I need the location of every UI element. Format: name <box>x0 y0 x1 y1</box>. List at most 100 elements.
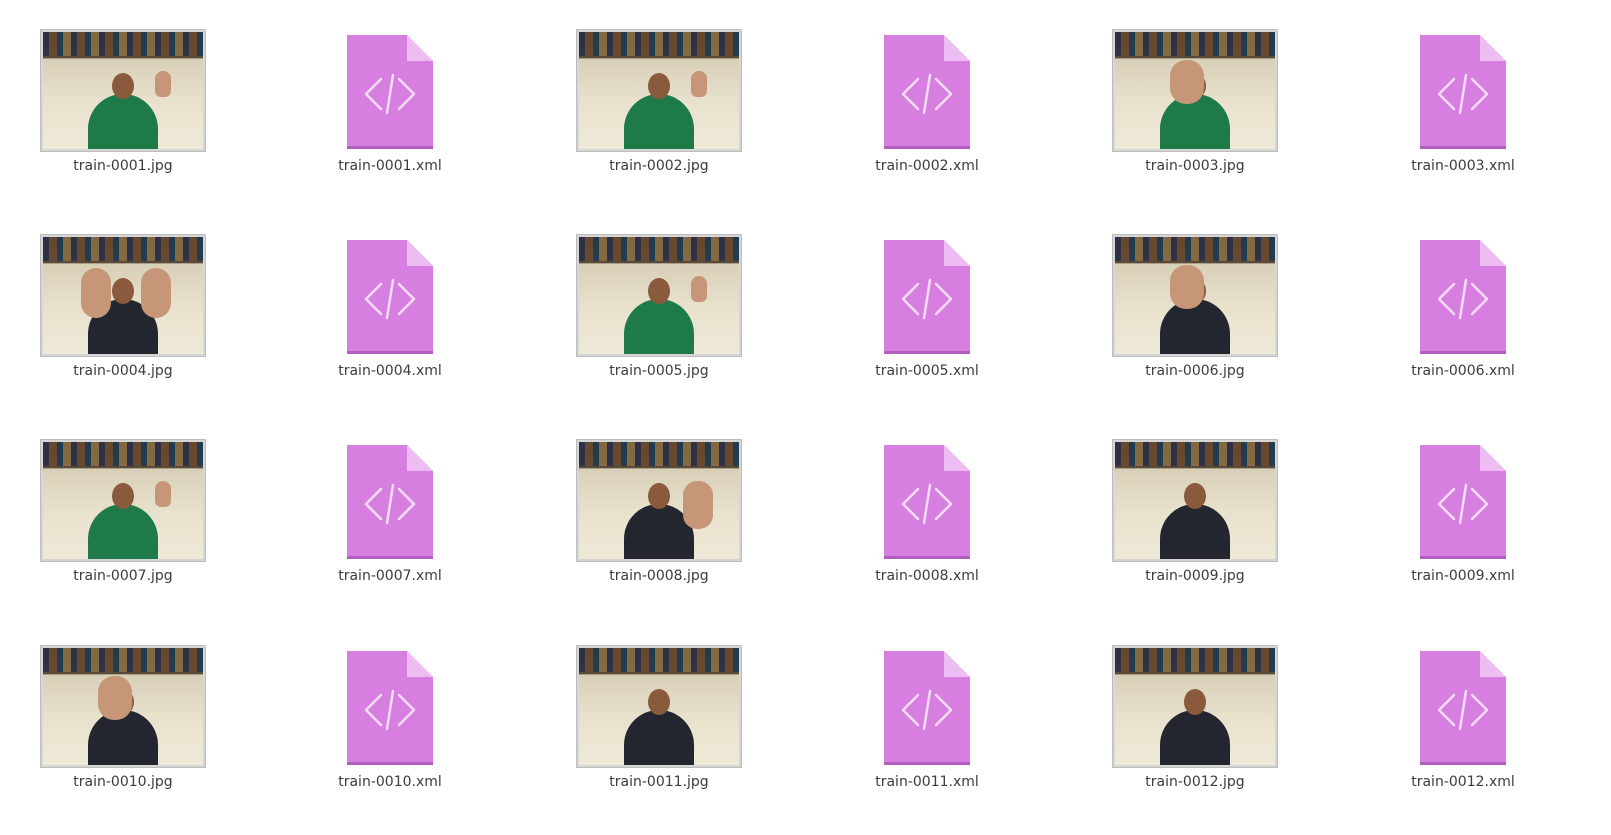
file-name-label: train-0007.jpg <box>73 568 173 584</box>
file-name-label: train-0004.xml <box>338 363 442 379</box>
file-name-label: train-0003.xml <box>1411 158 1515 174</box>
file-name-label: train-0006.jpg <box>1145 363 1245 379</box>
file-name-label: train-0009.xml <box>1411 568 1515 584</box>
thumbnail-wrapper <box>827 642 1027 770</box>
person-head <box>648 72 670 99</box>
person-body <box>624 298 694 354</box>
hand <box>141 267 171 318</box>
file-name-label: train-0006.xml <box>1411 363 1515 379</box>
shelf <box>1115 236 1275 261</box>
thumbnail-wrapper <box>1095 642 1295 770</box>
file-name-label: train-0007.xml <box>338 568 442 584</box>
file-name-label: train-0001.jpg <box>73 158 173 174</box>
hand <box>1170 264 1204 309</box>
thumbnail-wrapper <box>1095 436 1295 564</box>
thumbnail-wrapper <box>23 436 223 564</box>
file-name-label: train-0002.jpg <box>609 158 709 174</box>
thumbnail-wrapper <box>290 642 490 770</box>
file-item-image[interactable]: train-0005.jpg <box>559 205 759 380</box>
code-file-icon <box>884 35 970 149</box>
code-file-icon <box>1420 445 1506 559</box>
shelf <box>43 236 203 261</box>
file-item-image[interactable]: train-0009.jpg <box>1095 410 1295 585</box>
thumbnail-wrapper <box>290 231 490 359</box>
hand <box>1170 59 1204 104</box>
file-name-label: train-0005.jpg <box>609 363 709 379</box>
thumbnail-wrapper <box>290 26 490 154</box>
person-body <box>624 93 694 149</box>
file-item-xml[interactable]: train-0009.xml <box>1363 410 1563 585</box>
thumbnail-wrapper <box>23 26 223 154</box>
image-thumbnail <box>577 234 741 356</box>
file-item-xml[interactable]: train-0006.xml <box>1363 205 1563 380</box>
file-item-xml[interactable]: train-0004.xml <box>290 205 490 380</box>
file-name-label: train-0004.jpg <box>73 363 173 379</box>
image-thumbnail <box>577 645 741 767</box>
code-file-icon <box>884 445 970 559</box>
thumbnail-wrapper <box>1363 26 1563 154</box>
person-head <box>648 482 670 509</box>
code-file-icon <box>347 445 433 559</box>
shelf <box>1115 441 1275 466</box>
hand <box>155 480 171 507</box>
file-item-xml[interactable]: train-0007.xml <box>290 410 490 585</box>
file-item-image[interactable]: train-0007.jpg <box>23 410 223 585</box>
person-body <box>88 93 158 149</box>
image-thumbnail <box>577 439 741 561</box>
file-item-xml[interactable]: train-0002.xml <box>827 0 1027 175</box>
person-head <box>648 688 670 715</box>
thumbnail-wrapper <box>827 26 1027 154</box>
file-name-label: train-0008.jpg <box>609 568 709 584</box>
file-item-image[interactable]: train-0003.jpg <box>1095 0 1295 175</box>
thumbnail-wrapper <box>559 26 759 154</box>
file-item-image[interactable]: train-0012.jpg <box>1095 616 1295 791</box>
file-name-label: train-0010.xml <box>338 774 442 790</box>
image-thumbnail <box>1113 29 1277 151</box>
file-item-image[interactable]: train-0011.jpg <box>559 616 759 791</box>
file-item-image[interactable]: train-0006.jpg <box>1095 205 1295 380</box>
code-file-icon <box>347 651 433 765</box>
code-file-icon <box>884 651 970 765</box>
thumbnail-wrapper <box>23 231 223 359</box>
thumbnail-wrapper <box>1095 26 1295 154</box>
file-item-xml[interactable]: train-0012.xml <box>1363 616 1563 791</box>
image-thumbnail <box>1113 234 1277 356</box>
file-item-image[interactable]: train-0004.jpg <box>23 205 223 380</box>
image-thumbnail <box>41 439 205 561</box>
file-item-xml[interactable]: train-0005.xml <box>827 205 1027 380</box>
thumbnail-wrapper <box>1363 642 1563 770</box>
shelf <box>43 647 203 672</box>
file-name-label: train-0012.jpg <box>1145 774 1245 790</box>
thumbnail-wrapper <box>559 642 759 770</box>
file-item-xml[interactable]: train-0010.xml <box>290 616 490 791</box>
image-thumbnail <box>41 234 205 356</box>
file-item-xml[interactable]: train-0001.xml <box>290 0 490 175</box>
code-file-icon <box>1420 651 1506 765</box>
person-head <box>1184 482 1206 509</box>
file-item-image[interactable]: train-0010.jpg <box>23 616 223 791</box>
person-head <box>648 277 670 304</box>
file-item-xml[interactable]: train-0003.xml <box>1363 0 1563 175</box>
shelf <box>579 31 739 56</box>
person-head <box>112 482 134 509</box>
hand <box>691 275 707 302</box>
image-thumbnail <box>1113 439 1277 561</box>
file-item-image[interactable]: train-0001.jpg <box>23 0 223 175</box>
file-name-label: train-0012.xml <box>1411 774 1515 790</box>
file-name-label: train-0009.jpg <box>1145 568 1245 584</box>
hand <box>81 267 111 318</box>
image-thumbnail <box>1113 645 1277 767</box>
file-item-xml[interactable]: train-0011.xml <box>827 616 1027 791</box>
code-file-icon <box>347 240 433 354</box>
file-item-xml[interactable]: train-0008.xml <box>827 410 1027 585</box>
hand <box>683 480 713 529</box>
shelf <box>1115 31 1275 56</box>
hand <box>98 675 132 720</box>
file-item-image[interactable]: train-0002.jpg <box>559 0 759 175</box>
file-item-image[interactable]: train-0008.jpg <box>559 410 759 585</box>
code-file-icon <box>1420 35 1506 149</box>
hand <box>155 70 171 97</box>
thumbnail-wrapper <box>827 436 1027 564</box>
image-thumbnail <box>41 645 205 767</box>
shelf <box>579 236 739 261</box>
